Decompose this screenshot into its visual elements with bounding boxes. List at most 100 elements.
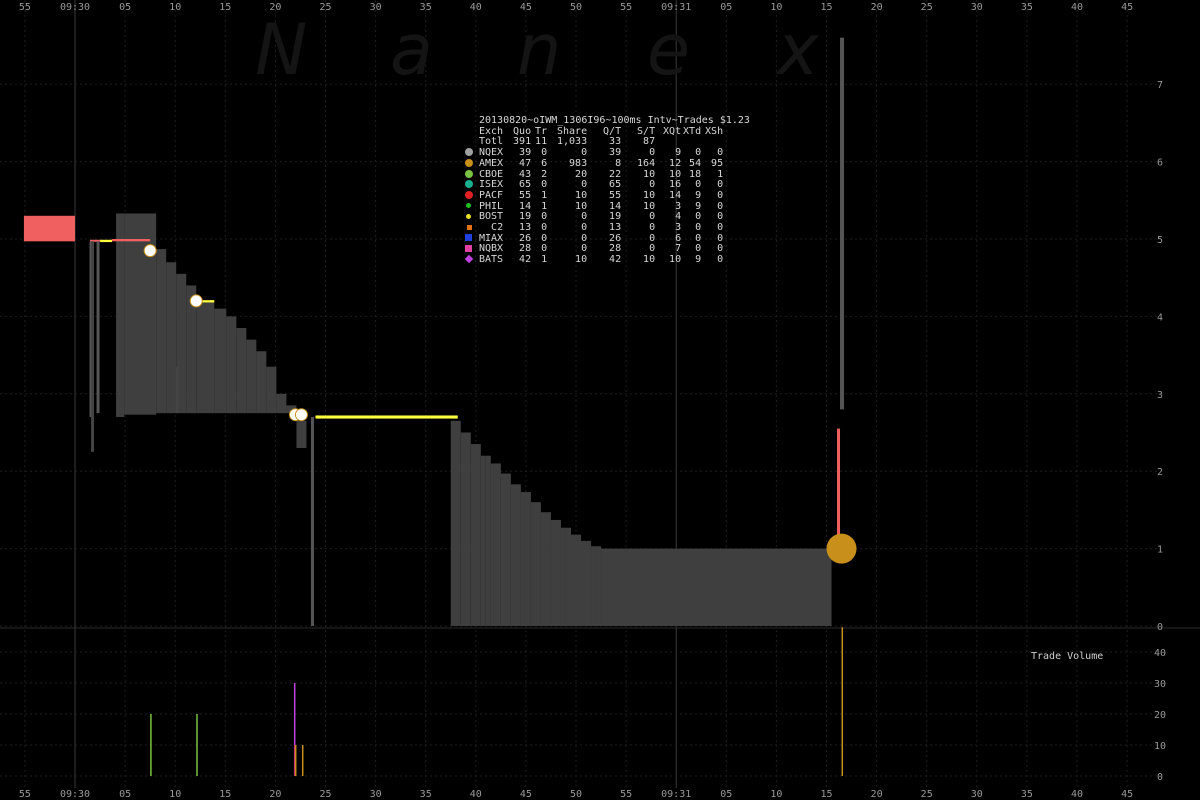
x-tick-label-top: 40 xyxy=(1071,2,1083,13)
x-tick-label-bottom: 50 xyxy=(570,789,582,800)
quote-spread-segment xyxy=(490,463,501,626)
x-tick-label-bottom: 35 xyxy=(420,789,432,800)
stats-row-cboe: CBOE 43 2 20 22 10 10 18 1 xyxy=(465,169,723,181)
quote-spread-segment xyxy=(581,540,592,626)
price-tick-label: 2 xyxy=(1157,467,1163,478)
phil-marker-icon xyxy=(466,203,471,209)
stats-row-c2: C2 13 0 0 13 0 3 0 0 xyxy=(465,222,723,234)
x-tick-label-top: 25 xyxy=(921,2,933,13)
cell: BATS xyxy=(479,254,504,266)
quote-spread-segment xyxy=(460,432,471,626)
stats-row-nqex: NQEX 39 0 0 39 0 9 0 0 xyxy=(465,147,723,159)
quote-spread-segment xyxy=(276,393,287,414)
stats-exchange-rows: NQEX 39 0 0 39 0 9 0 0 AMEX 47 6 983 8 164 12 54 95 CBOE 43… xyxy=(464,147,724,266)
quote-spread-segment xyxy=(591,546,597,626)
x-tick-label-bottom: 09:31 xyxy=(661,789,691,800)
price-tick-label: 5 xyxy=(1157,235,1163,246)
x-tick-label-bottom: 05 xyxy=(720,789,732,800)
x-tick-label-bottom: 15 xyxy=(820,789,832,800)
stats-total-row: Totl 391 11 1,033 33 87 xyxy=(465,137,723,148)
quote-spread-segment xyxy=(550,519,561,626)
quote-spread-segment xyxy=(246,339,257,414)
price-tick-label: 7 xyxy=(1157,80,1163,91)
cell: 12 xyxy=(669,157,682,169)
cell: AMEX xyxy=(479,157,504,169)
volume-bar xyxy=(150,714,152,776)
x-tick-label-bottom: 20 xyxy=(269,789,281,800)
x-tick-label-top: 09:30 xyxy=(60,2,90,13)
x-tick-label-bottom: 25 xyxy=(319,789,331,800)
quote-spike xyxy=(841,37,845,410)
volume-bar xyxy=(294,745,297,776)
miax-marker-icon xyxy=(465,234,472,242)
pacf-marker-icon xyxy=(465,190,473,199)
quote-spread-segment xyxy=(485,455,491,626)
x-tick-label-top: 45 xyxy=(1121,2,1133,13)
stats-row-pacf: PACF 55 1 10 55 10 14 9 0 xyxy=(465,190,723,202)
stats-table: Exch Quo Tr Share Q/T S/T XQt XTd XSh To… xyxy=(464,125,724,266)
cell: 164 xyxy=(637,157,656,169)
x-tick-label-top: 20 xyxy=(871,2,883,13)
cell: 10 xyxy=(669,254,682,266)
x-tick-label-bottom: 45 xyxy=(520,789,532,800)
cell: 6 xyxy=(541,157,548,169)
volume-tick-label: 0 xyxy=(1157,772,1163,783)
cell: 47 xyxy=(519,157,532,169)
stats-header-row: Exch Quo Tr Share Q/T S/T XQt XTd XSh xyxy=(465,125,723,138)
trade-marker xyxy=(189,294,203,308)
col-header: XTd xyxy=(683,125,702,137)
c2-marker-icon xyxy=(467,224,472,230)
cell: 983 xyxy=(569,157,588,169)
cell: 10 xyxy=(643,254,656,266)
x-tick-label-top: 15 xyxy=(219,2,231,13)
price-tick-label: 6 xyxy=(1157,158,1163,169)
x-tick-label-bottom: 40 xyxy=(470,789,482,800)
stats-row-bost: BOST 19 0 0 19 0 4 0 0 xyxy=(465,212,723,223)
stats-row-nqbx: NQBX 28 0 0 28 0 7 0 0 xyxy=(465,244,723,255)
cell: 10 xyxy=(575,254,588,266)
quote-spread-segment xyxy=(500,473,511,626)
cell: 42 xyxy=(519,254,532,266)
quote-spread-segment xyxy=(596,546,602,626)
cell: 95 xyxy=(711,157,724,169)
quote-spread-segment xyxy=(156,249,167,414)
quote-spike xyxy=(310,417,314,626)
x-tick-label-bottom: 25 xyxy=(921,789,933,800)
x-tick-label-top: 05 xyxy=(119,2,131,13)
quote-spread-segment xyxy=(226,316,237,414)
x-tick-label-bottom: 55 xyxy=(19,789,31,800)
cboe-marker-icon xyxy=(465,169,473,178)
quote-spread-segment xyxy=(480,455,486,626)
quote-spread-segment xyxy=(560,527,571,626)
quote-spread-segment xyxy=(166,262,177,414)
volume-bar xyxy=(841,627,844,776)
cell: 42 xyxy=(609,254,622,266)
quote-spread-segment xyxy=(214,308,227,414)
watermark-letter: e xyxy=(647,10,691,90)
nbbo-band xyxy=(100,239,113,243)
quote-spread-segment xyxy=(570,534,582,626)
trade-marker xyxy=(826,533,857,564)
exchange-stats-panel: 20130820~oIWM_1306I96~100ms Intv~Trades … xyxy=(464,115,750,266)
volume-tick-label: 20 xyxy=(1154,710,1166,721)
price-tick-label: 0 xyxy=(1157,622,1163,633)
volume-tick-label: 40 xyxy=(1154,648,1166,659)
quote-spread-segment xyxy=(266,366,277,414)
quote-spike xyxy=(837,428,841,549)
x-tick-label-top: 55 xyxy=(19,2,31,13)
quote-spread-segment xyxy=(510,484,521,626)
cell: 1 xyxy=(541,254,548,266)
quote-spread-segment xyxy=(450,420,461,626)
quote-spike xyxy=(175,366,179,414)
cell: 54 xyxy=(689,157,702,169)
quote-spread-segment xyxy=(540,512,551,626)
quote-spread-segment xyxy=(256,351,267,414)
x-tick-label-bottom: 45 xyxy=(1121,789,1133,800)
x-tick-label-bottom: 35 xyxy=(1021,789,1033,800)
x-tick-label-top: 10 xyxy=(169,2,181,13)
nbbo-band xyxy=(23,215,75,242)
trade-volume-label: Trade Volume xyxy=(1031,651,1104,662)
volume-bar xyxy=(301,745,304,776)
watermark-letter: x xyxy=(777,10,819,90)
quote-spread-segment xyxy=(296,420,307,448)
